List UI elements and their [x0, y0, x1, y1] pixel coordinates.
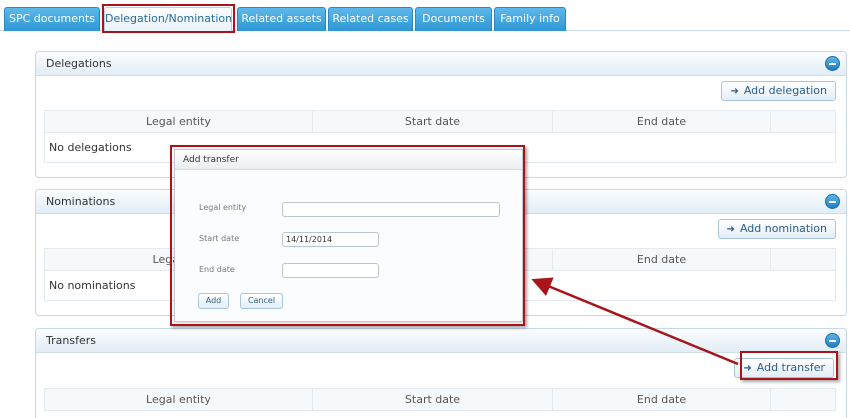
- dialog-title: Add transfer: [175, 150, 522, 170]
- add-nomination-label: Add nomination: [739, 222, 827, 235]
- transfers-header: Transfers: [36, 329, 846, 353]
- column-legal-entity[interactable]: Legal entity: [45, 389, 313, 410]
- dialog-cancel-button[interactable]: Cancel: [240, 293, 283, 309]
- collapse-icon[interactable]: [825, 56, 840, 71]
- tab-spc-documents[interactable]: SPC documents: [4, 7, 100, 31]
- column-start-date[interactable]: Start date: [313, 111, 553, 132]
- transfers-grid: Legal entity Start date End date: [44, 388, 836, 411]
- add-delegation-button[interactable]: ➜ Add delegation: [721, 81, 836, 101]
- delegations-header: Delegations: [36, 52, 846, 76]
- tab-bar: SPC documents Delegation/Nomination Rela…: [0, 0, 850, 31]
- tab-family-info[interactable]: Family info: [494, 7, 566, 31]
- arrow-right-icon: ➜: [730, 86, 739, 97]
- add-transfer-button[interactable]: ➜ Add transfer: [734, 358, 834, 378]
- legal-entity-label: Legal entity: [199, 203, 247, 212]
- tab-related-assets[interactable]: Related assets: [237, 7, 326, 31]
- arrow-right-icon: ➜: [726, 224, 735, 235]
- nominations-title: Nominations: [46, 195, 116, 208]
- legal-entity-input[interactable]: [282, 202, 500, 217]
- tab-documents[interactable]: Documents: [415, 7, 492, 31]
- transfers-panel: Transfers ➜ Add transfer Legal entity Sta…: [35, 328, 847, 418]
- add-transfer-dialog: Add transfer Legal entity Start date End…: [174, 149, 523, 322]
- column-actions: [771, 249, 835, 270]
- column-actions: [771, 389, 835, 410]
- collapse-icon[interactable]: [825, 333, 840, 348]
- start-date-label: Start date: [199, 234, 240, 243]
- tab-related-cases[interactable]: Related cases: [328, 7, 413, 31]
- start-date-input[interactable]: [282, 232, 379, 247]
- delegations-title: Delegations: [46, 57, 112, 70]
- transfers-title: Transfers: [46, 334, 96, 347]
- column-start-date[interactable]: Start date: [313, 389, 553, 410]
- tab-delegation-nomination[interactable]: Delegation/Nomination: [104, 7, 232, 31]
- transfers-grid-header: Legal entity Start date End date: [45, 389, 835, 411]
- add-delegation-label: Add delegation: [743, 84, 827, 97]
- delegations-grid-header: Legal entity Start date End date: [45, 111, 835, 133]
- end-date-label: End date: [199, 265, 235, 274]
- column-end-date[interactable]: End date: [553, 111, 771, 132]
- column-end-date[interactable]: End date: [553, 249, 771, 270]
- arrow-right-icon: ➜: [743, 363, 752, 374]
- add-transfer-label: Add transfer: [756, 361, 825, 374]
- collapse-icon[interactable]: [825, 194, 840, 209]
- column-legal-entity[interactable]: Legal entity: [45, 111, 313, 132]
- column-end-date[interactable]: End date: [553, 389, 771, 410]
- dialog-add-button[interactable]: Add: [198, 293, 229, 309]
- column-actions: [771, 111, 835, 132]
- add-nomination-button[interactable]: ➜ Add nomination: [717, 219, 836, 239]
- end-date-input[interactable]: [282, 263, 379, 278]
